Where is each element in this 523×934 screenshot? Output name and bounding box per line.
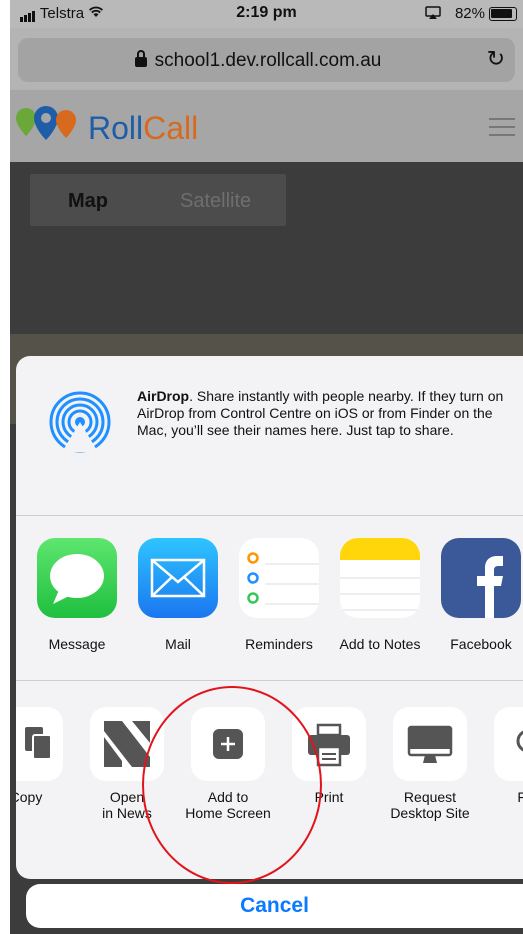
- desktop-icon: [393, 707, 467, 781]
- share-app-mail[interactable]: Mail: [133, 538, 223, 652]
- brand-roll: Roll: [88, 110, 144, 146]
- airdrop-text: . Share instantly with people nearby. If…: [137, 388, 504, 438]
- print-icon: [292, 707, 366, 781]
- add-to-home-screen-icon: [191, 707, 265, 781]
- action-open-in-news[interactable]: Open in News: [79, 707, 175, 821]
- action-label: Find: [517, 789, 523, 805]
- cancel-button[interactable]: Cancel: [26, 884, 523, 928]
- share-actions-row: Copy Open in News Add to Home Screen Pri…: [16, 681, 523, 879]
- rollcall-logo-icon: [16, 106, 76, 140]
- brand-call: Call: [143, 110, 199, 146]
- action-request-desktop-site[interactable]: Request Desktop Site: [382, 707, 478, 821]
- action-add-to-home-screen[interactable]: Add to Home Screen: [180, 707, 276, 821]
- clock: 2:19 pm: [236, 4, 297, 21]
- action-print[interactable]: Print: [281, 707, 377, 805]
- battery-icon: [489, 7, 517, 21]
- action-label: Add to Home Screen: [185, 789, 271, 821]
- share-app-notes[interactable]: Add to Notes: [335, 538, 425, 652]
- action-label: Print: [314, 789, 344, 805]
- address-text-wrap: school1.dev.rollcall.com.au: [18, 50, 498, 72]
- share-app-label: Message: [48, 636, 106, 652]
- share-app-message[interactable]: Message: [32, 538, 122, 652]
- action-copy[interactable]: Copy: [16, 707, 74, 805]
- map-type-toggle: Map Satellite: [30, 174, 286, 226]
- reload-icon[interactable]: ↻: [487, 46, 505, 72]
- airdrop-icon: [49, 391, 111, 453]
- share-sheet: AirDrop. Share instantly with people nea…: [16, 356, 523, 879]
- address-bar[interactable]: school1.dev.rollcall.com.au ↻: [18, 38, 515, 82]
- copy-icon: [16, 707, 63, 781]
- share-app-facebook[interactable]: Facebook: [436, 538, 523, 652]
- notes-icon: [340, 538, 420, 618]
- action-label: Request Desktop Site: [390, 789, 470, 821]
- action-label: Open in News: [102, 789, 152, 821]
- action-label: Copy: [16, 789, 43, 805]
- site-header: RollCall: [10, 90, 523, 162]
- message-icon: [37, 538, 117, 618]
- share-app-label: Mail: [165, 636, 191, 652]
- battery-percent: 82%: [454, 5, 485, 22]
- find-icon: [494, 707, 523, 781]
- reminders-icon: [239, 538, 319, 618]
- cancel-label: Cancel: [240, 894, 309, 917]
- status-bar: Telstra 2:19 pm 82%: [10, 0, 523, 28]
- share-app-label: Facebook: [450, 636, 512, 652]
- share-app-label: Add to Notes: [339, 636, 421, 652]
- lock-icon: [134, 50, 147, 67]
- satellite-button[interactable]: Satellite: [180, 190, 251, 213]
- hamburger-menu-icon[interactable]: [489, 118, 515, 142]
- news-icon: [90, 707, 164, 781]
- share-app-reminders[interactable]: Reminders: [234, 538, 324, 652]
- airdrop-title: AirDrop: [137, 388, 190, 404]
- share-app-label: Reminders: [245, 636, 313, 652]
- share-apps-row: Message Mail Reminders Add to Notes Face…: [16, 516, 523, 681]
- facebook-icon: [441, 538, 521, 618]
- airdrop-description: AirDrop. Share instantly with people nea…: [137, 388, 509, 439]
- airdrop-section[interactable]: AirDrop. Share instantly with people nea…: [16, 356, 523, 516]
- airplay-icon: [425, 6, 441, 24]
- action-find[interactable]: Find: [483, 707, 523, 805]
- brand-wordmark[interactable]: RollCall: [88, 110, 198, 147]
- map-button[interactable]: Map: [68, 190, 108, 213]
- browser-toolbar: school1.dev.rollcall.com.au ↻: [10, 28, 523, 90]
- mail-icon: [138, 538, 218, 618]
- url-text: school1.dev.rollcall.com.au: [154, 50, 382, 71]
